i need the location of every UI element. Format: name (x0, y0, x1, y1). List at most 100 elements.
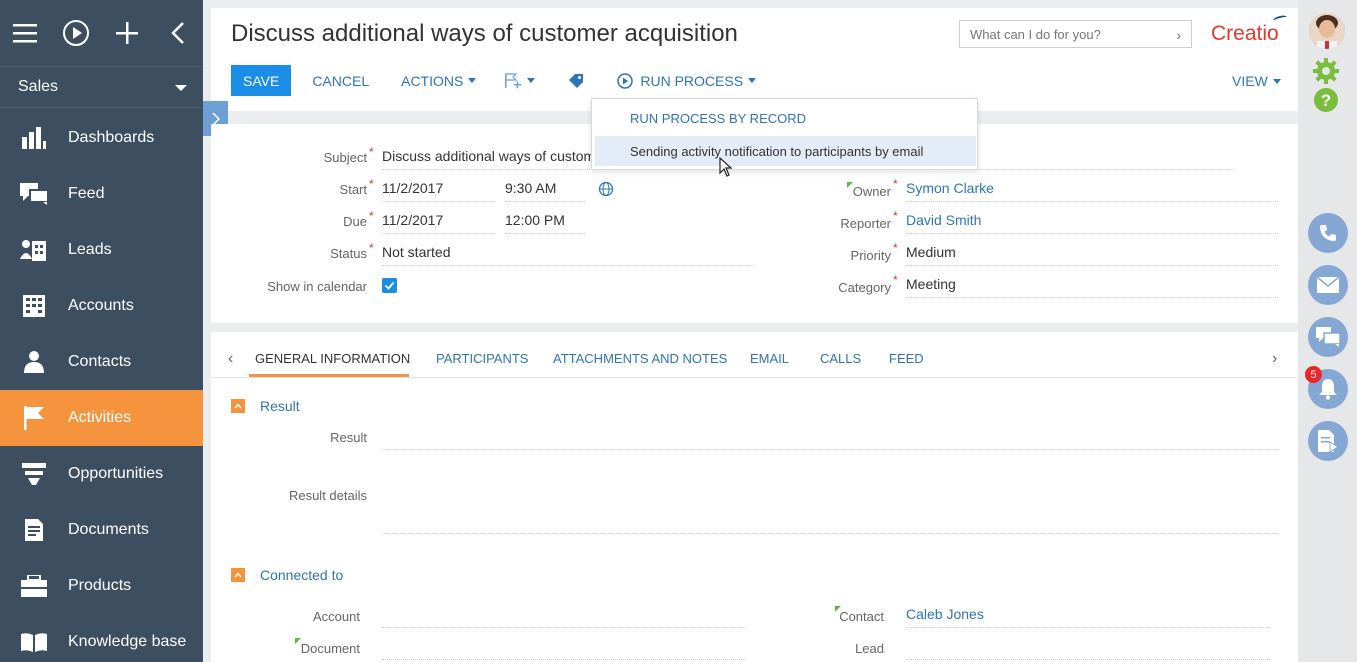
tab-email[interactable]: EMAIL (750, 351, 789, 366)
document-field[interactable] (382, 638, 746, 660)
account-field[interactable] (382, 606, 746, 628)
collapse-icon (231, 568, 245, 582)
chevron-down-icon (748, 78, 757, 83)
tab-attachments-and-notes[interactable]: ATTACHMENTS AND NOTES (553, 351, 727, 366)
priority-field[interactable]: Medium (906, 244, 1278, 266)
lead-label: Lead (855, 641, 884, 656)
avatar[interactable] (1309, 13, 1345, 49)
building-icon (0, 278, 68, 334)
tab-calls[interactable]: CALLS (820, 351, 861, 366)
category-field[interactable]: Meeting (906, 276, 1278, 298)
view-label: VIEW (1232, 73, 1268, 89)
email-button[interactable] (1308, 265, 1348, 305)
due-date-field[interactable]: 11/2/2017 (382, 212, 495, 234)
save-button[interactable]: SAVE (231, 65, 292, 96)
command-search-input[interactable]: What can I do for you? › (959, 20, 1192, 48)
owner-label: Owner (852, 184, 891, 199)
actions-button[interactable]: ACTIONS (401, 73, 477, 89)
contact-label: Contact (839, 609, 884, 624)
flag-plus-icon (505, 72, 522, 88)
run-process-button[interactable]: RUN PROCESS (617, 73, 757, 89)
chevron-left-icon[interactable]: ‹ (228, 350, 233, 368)
collapse-icon (231, 399, 245, 413)
bell-icon (1319, 379, 1337, 400)
sidebar-item-label: Dashboards (68, 129, 155, 146)
start-date-field[interactable]: 11/2/2017 (382, 180, 495, 202)
sidebar-item-label: Accounts (68, 297, 134, 314)
bar-chart-icon (0, 110, 68, 166)
reporter-field[interactable]: David Smith (906, 212, 1278, 234)
tag-button[interactable] (569, 73, 584, 88)
owner-field[interactable]: Symon Clarke (906, 180, 1278, 202)
start-time-field[interactable]: 9:30 AM (505, 180, 585, 202)
show-in-calendar-checkbox[interactable] (382, 278, 397, 293)
tab-feed[interactable]: FEED (889, 351, 924, 366)
sidebar-item-dashboards[interactable]: Dashboards (0, 110, 203, 166)
envelope-icon (1317, 277, 1339, 293)
contact-field[interactable]: Caleb Jones (906, 606, 1270, 628)
sidebar-item-contacts[interactable]: Contacts (0, 334, 203, 390)
show-in-calendar-label: Show in calendar (267, 279, 367, 294)
timezone-globe-icon[interactable] (598, 181, 614, 197)
chat-button[interactable] (1308, 317, 1348, 357)
person-icon (0, 334, 68, 390)
sidebar-item-accounts[interactable]: Accounts (0, 278, 203, 334)
sidebar-item-label: Leads (68, 241, 112, 258)
sidebar-item-opportunities[interactable]: Opportunities (0, 446, 203, 502)
required-marker: * (369, 209, 374, 223)
reporter-label: Reporter (840, 216, 891, 231)
required-marker: * (369, 145, 374, 159)
subject-value: Discuss additional ways of custome (382, 148, 603, 164)
products-icon (0, 558, 68, 614)
result-details-field[interactable] (382, 482, 1279, 534)
phone-button[interactable] (1308, 213, 1348, 253)
toolbar: SAVE CANCEL ACTIONS RUN PROCESS (231, 65, 757, 96)
sidebar-item-label: Products (68, 577, 132, 594)
sidebar-item-products[interactable]: Products (0, 558, 203, 614)
tab-participants[interactable]: PARTICIPANTS (436, 351, 528, 366)
lead-field[interactable] (906, 638, 1270, 660)
menu-icon[interactable] (0, 0, 51, 66)
chat-icon (1316, 327, 1340, 347)
chevron-right-icon[interactable]: › (1272, 350, 1277, 368)
result-field[interactable] (382, 428, 1279, 450)
required-marker: * (893, 209, 898, 223)
feed-panel-button[interactable] (1308, 421, 1348, 461)
gear-icon[interactable] (1312, 57, 1340, 85)
connected-to-group-title: Connected to (260, 567, 344, 583)
help-icon[interactable]: ? (1312, 86, 1340, 114)
play-icon[interactable] (51, 0, 102, 66)
menu-item-sending-activity-notification[interactable]: Sending activity notification to partici… (595, 136, 976, 166)
connected-to-group-header[interactable]: Connected to (231, 567, 343, 583)
menu-item-run-process-by-record[interactable]: RUN PROCESS BY RECORD (595, 103, 976, 133)
required-marker: * (369, 177, 374, 191)
feed-icon (0, 166, 68, 222)
required-marker: * (369, 241, 374, 255)
sidebar-item-label: Opportunities (68, 465, 164, 482)
search-placeholder: What can I do for you? (970, 27, 1101, 42)
status-field[interactable]: Not started (382, 244, 754, 266)
sidebar-item-knowledge-base[interactable]: Knowledge base (0, 614, 203, 662)
view-button[interactable]: VIEW (1232, 73, 1281, 89)
page-title: Discuss additional ways of customer acqu… (231, 20, 738, 47)
add-icon[interactable] (102, 0, 153, 66)
sidebar-item-feed[interactable]: Feed (0, 166, 203, 222)
right-panel: ? 5 (1298, 0, 1357, 662)
required-marker: * (893, 241, 898, 255)
start-label: Start (339, 182, 367, 197)
cancel-button[interactable]: CANCEL (312, 73, 369, 89)
chevron-right-icon[interactable]: › (1176, 27, 1181, 43)
checkmark-icon (384, 281, 395, 290)
sidebar-item-activities[interactable]: Activities (0, 390, 203, 446)
workplace-selector[interactable]: Sales (0, 66, 203, 108)
sidebar-item-leads[interactable]: Leads (0, 222, 203, 278)
tab-general-information[interactable]: GENERAL INFORMATION (255, 351, 410, 366)
result-group-header[interactable]: Result (231, 398, 300, 414)
page-header: Discuss additional ways of customer acqu… (211, 8, 1298, 111)
flag-menu-button[interactable] (504, 72, 536, 89)
back-icon[interactable] (152, 0, 203, 66)
due-time-field[interactable]: 12:00 PM (505, 212, 585, 234)
sidebar-item-documents[interactable]: Documents (0, 502, 203, 558)
sidebar-item-label: Documents (68, 521, 149, 538)
result-label: Result (330, 430, 367, 445)
